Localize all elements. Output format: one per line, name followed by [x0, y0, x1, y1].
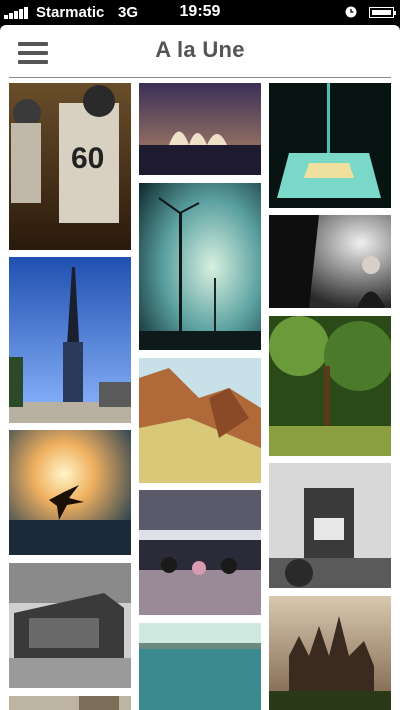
photo-living-room[interactable] — [269, 463, 391, 588]
photo-bw-portrait[interactable] — [269, 215, 391, 308]
photo-partial-bottom[interactable] — [9, 696, 131, 710]
photo-seagull-sunset[interactable] — [9, 430, 131, 555]
page-title: A la Une — [155, 37, 245, 62]
status-bar: Starmatic 3G 19:59 — [0, 0, 400, 25]
photo-football-players[interactable]: 60 — [9, 83, 131, 250]
battery-icon — [369, 7, 396, 18]
photo-bw-building[interactable] — [9, 563, 131, 688]
header-divider — [9, 77, 391, 78]
app-screen: A la Une 60 — [0, 25, 400, 710]
photo-wind-turbine[interactable] — [139, 183, 261, 350]
photo-castle[interactable] — [269, 596, 391, 710]
photo-red-cliffs[interactable] — [139, 358, 261, 483]
clock: 19:59 — [179, 3, 221, 20]
photo-tower-spire[interactable] — [9, 257, 131, 423]
svg-text:60: 60 — [71, 142, 104, 175]
photo-glowing-tiles[interactable] — [269, 83, 391, 208]
alarm-icon — [345, 6, 357, 18]
photo-lake-view[interactable] — [139, 623, 261, 710]
photo-opera-house[interactable] — [139, 83, 261, 175]
header: A la Une — [0, 25, 400, 77]
photo-forest-garden[interactable] — [269, 316, 391, 456]
photo-crowd-hall[interactable] — [139, 490, 261, 615]
